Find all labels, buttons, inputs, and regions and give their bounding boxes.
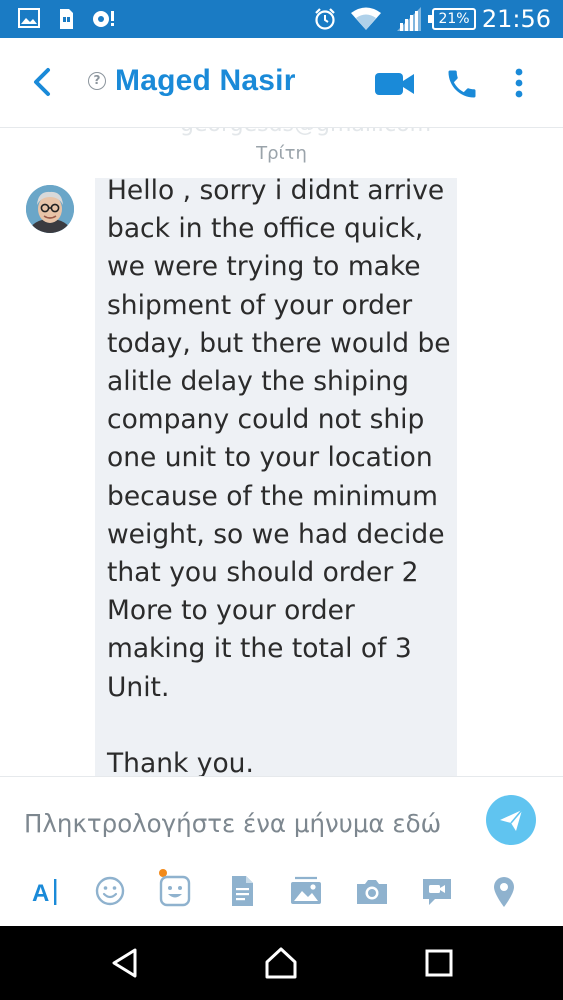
- composer: A: [0, 776, 563, 926]
- nav-recents-button[interactable]: [422, 946, 456, 980]
- composer-toolbar: A: [0, 869, 563, 917]
- location-icon: [494, 877, 514, 907]
- gallery-button[interactable]: [288, 873, 324, 909]
- previous-message-fragment: georgesds@gmail.com: [180, 128, 431, 137]
- nav-home-button[interactable]: [264, 946, 298, 980]
- message-input[interactable]: [24, 803, 474, 843]
- wifi-icon: [351, 7, 381, 30]
- alarm-icon: [315, 8, 335, 30]
- text-format-button[interactable]: A: [28, 873, 64, 909]
- video-message-button[interactable]: [419, 873, 455, 909]
- phone-call-icon: [448, 70, 476, 98]
- camera-icon: [357, 880, 387, 904]
- text-format-glyph: A: [32, 880, 49, 907]
- phone-call-button[interactable]: [444, 66, 480, 102]
- send-button[interactable]: [486, 795, 536, 845]
- conversation-header: ? Maged Nasir: [0, 38, 563, 128]
- status-bar: 21% 21:56: [0, 0, 563, 38]
- back-arrow-icon: [34, 68, 50, 96]
- nav-recents-icon: [425, 949, 453, 977]
- video-call-button[interactable]: [374, 70, 416, 98]
- more-options-button[interactable]: [508, 66, 530, 102]
- video-message-icon: [423, 879, 451, 905]
- clock: 21:56: [481, 5, 551, 33]
- file-icon: [232, 876, 253, 906]
- nav-home-icon: [265, 947, 297, 979]
- emoji-icon: [95, 876, 125, 906]
- location-button[interactable]: [486, 873, 522, 909]
- emoji-button[interactable]: [92, 873, 128, 909]
- screen: 21% 21:56 ? Maged Nasir Τρίτη Hello , so…: [0, 0, 563, 1000]
- avatar[interactable]: [26, 185, 74, 233]
- contact-name[interactable]: Maged Nasir: [115, 64, 296, 98]
- image-icon: [18, 8, 40, 28]
- avatar-face-icon: [26, 185, 74, 233]
- navigation-bar: [0, 926, 563, 1000]
- media-icon: [93, 11, 114, 27]
- camera-button[interactable]: [354, 873, 390, 909]
- signal-icon: [397, 7, 421, 31]
- more-vert-icon: [515, 68, 523, 98]
- text-format-icon: A: [32, 879, 57, 907]
- mojis-button[interactable]: [156, 867, 196, 909]
- nav-back-icon: [112, 948, 137, 978]
- gallery-icon: [291, 876, 321, 904]
- mojis-icon: [159, 869, 191, 907]
- nav-back-button[interactable]: [108, 946, 142, 980]
- send-icon: [500, 809, 523, 831]
- message-list[interactable]: georgesds@gmail.com Τρίτη Hello , sorry …: [0, 128, 563, 776]
- back-button[interactable]: [26, 64, 62, 100]
- info-icon[interactable]: ?: [88, 72, 106, 90]
- video-call-icon: [375, 73, 414, 95]
- battery-icon: 21%: [428, 8, 476, 30]
- day-separator: Τρίτη: [256, 143, 307, 164]
- sim-icon: [60, 9, 73, 29]
- message-text: Hello , sorry i didnt arrive back in the…: [107, 175, 451, 776]
- file-button[interactable]: [224, 873, 260, 909]
